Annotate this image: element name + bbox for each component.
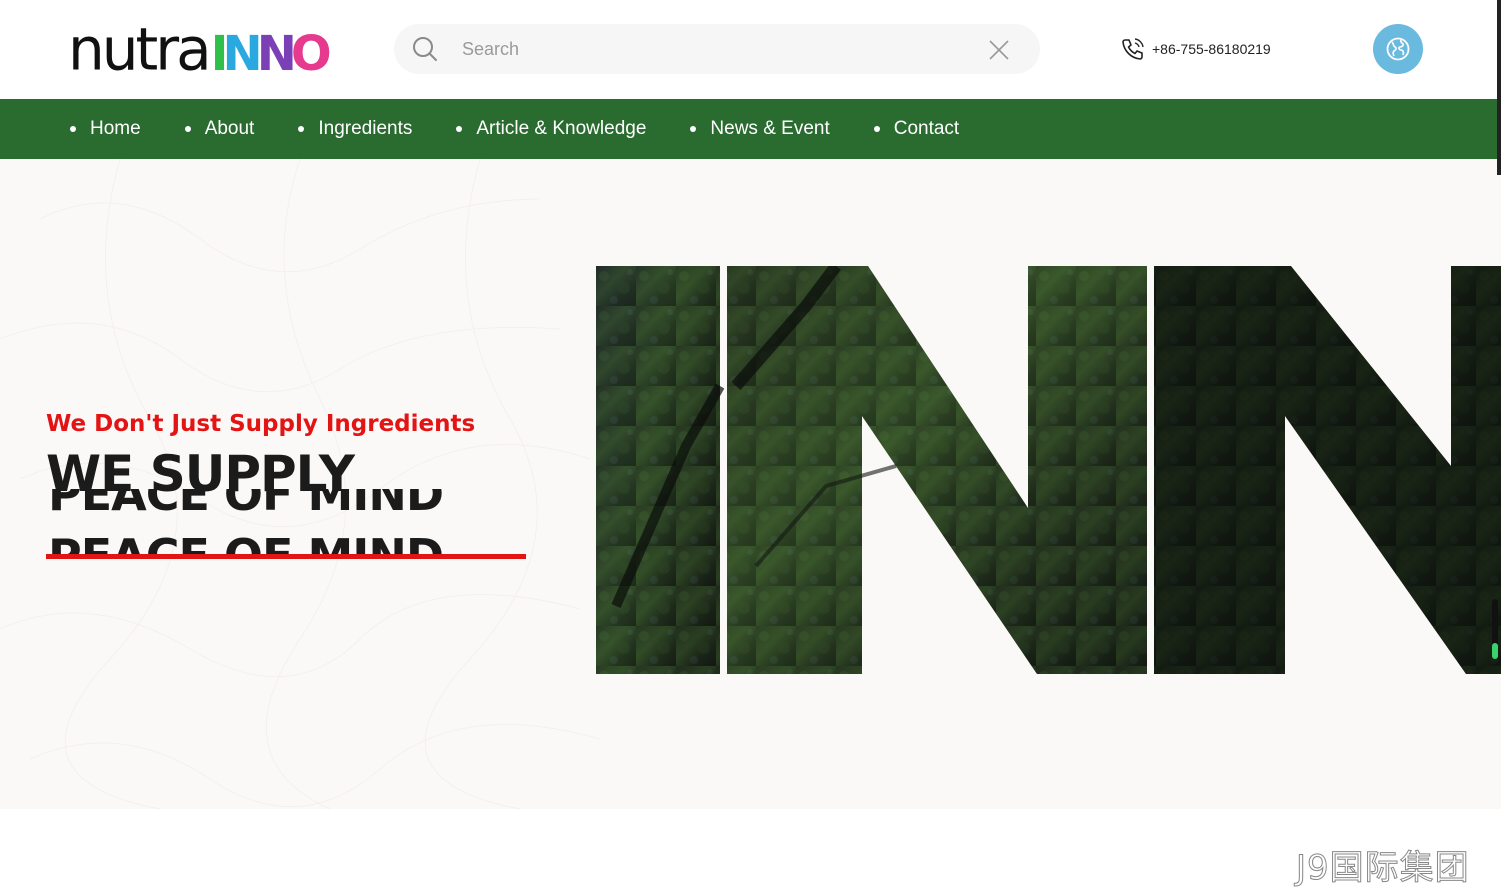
hero-rotating-text: PEACE OF MIND PEACE OF MIND (46, 489, 526, 557)
phone-icon (1122, 38, 1144, 60)
scroll-indicator[interactable] (1492, 599, 1498, 659)
site-header: nutra I N N O +86-755-86180219 (0, 0, 1501, 99)
nav-item-home[interactable]: Home (70, 118, 141, 140)
nav-label: About (204, 118, 255, 139)
language-button[interactable] (1373, 24, 1423, 74)
watermark-text: J9国际集团 (1296, 848, 1470, 889)
main-nav: Home About Ingredients Article & Knowled… (0, 99, 1501, 159)
logo-letter: O (290, 26, 332, 82)
bullet-icon (873, 126, 880, 132)
hero-tagline: We Don't Just Supply Ingredients (46, 411, 476, 437)
nav-label: News & Event (710, 118, 830, 139)
nav-item-news-event[interactable]: News & Event (690, 118, 830, 140)
bullet-icon (690, 126, 697, 132)
bullet-icon (184, 126, 191, 132)
bullet-icon (70, 126, 76, 132)
nav-label: Ingredients (318, 118, 413, 139)
bullet-icon (298, 126, 305, 132)
nav-item-about[interactable]: About (184, 118, 255, 140)
hero-banner: We Don't Just Supply Ingredients WE SUPP… (0, 159, 1501, 809)
nav-label: Contact (893, 118, 960, 139)
nav-item-ingredients[interactable]: Ingredients (298, 118, 412, 140)
rotating-word: PEACE OF MIND (48, 489, 444, 521)
logo-letter: I (210, 26, 229, 82)
nav-item-article-knowledge[interactable]: Article & Knowledge (456, 118, 646, 140)
close-icon[interactable] (988, 39, 1010, 61)
logo-wordmark: nutra (68, 14, 212, 84)
logo-letter: N (222, 26, 263, 82)
nav-list: Home About Ingredients Article & Knowled… (70, 99, 1003, 159)
search-bar (394, 24, 1040, 74)
logo-letter: N (256, 26, 297, 82)
phone-number: +86-755-86180219 (1152, 41, 1271, 57)
page-scrollbar[interactable] (1497, 0, 1501, 175)
nav-label: Home (90, 118, 141, 139)
logo-mark: I N N O (210, 26, 332, 82)
search-input[interactable] (462, 34, 962, 64)
hero-inn-artwork (596, 266, 1501, 674)
site-logo[interactable]: nutra I N N O (68, 14, 332, 84)
nav-label: Article & Knowledge (476, 118, 647, 139)
globe-icon (1386, 37, 1410, 61)
search-icon[interactable] (412, 36, 438, 62)
rotating-word: PEACE OF MIND (48, 529, 444, 557)
bullet-icon (456, 126, 463, 132)
phone-contact[interactable]: +86-755-86180219 (1120, 36, 1271, 62)
nav-item-contact[interactable]: Contact (873, 118, 960, 140)
hero-underline (46, 554, 526, 559)
